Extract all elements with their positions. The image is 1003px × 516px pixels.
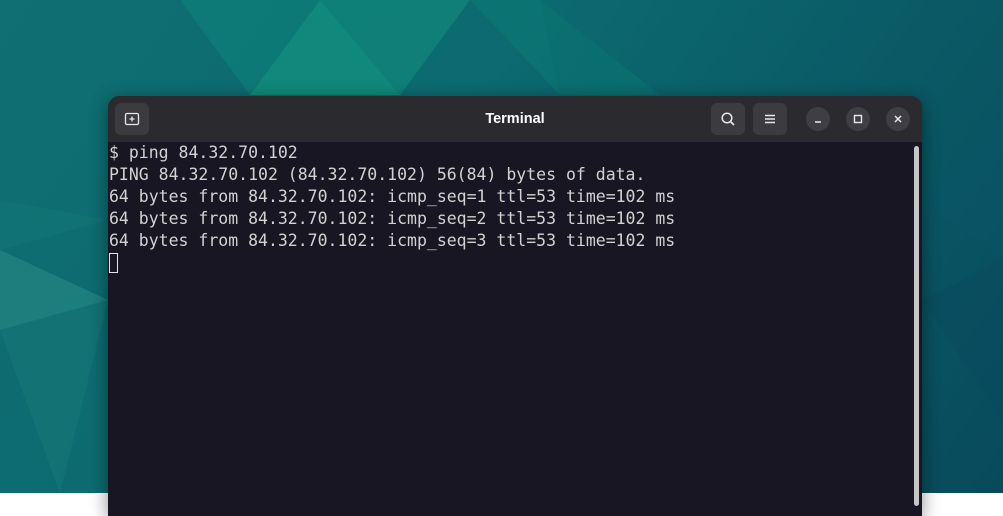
- terminal-window: Terminal $ ping 84.32.70.102 PING 84.32.…: [108, 96, 922, 516]
- terminal-line-ping-header: PING 84.32.70.102 (84.32.70.102) 56(84) …: [109, 165, 646, 184]
- terminal-line-reply: 64 bytes from 84.32.70.102: icmp_seq=2 t…: [109, 209, 676, 228]
- terminal-line-reply: 64 bytes from 84.32.70.102: icmp_seq=1 t…: [109, 187, 676, 206]
- menu-button[interactable]: [753, 103, 787, 135]
- close-button[interactable]: [886, 107, 910, 131]
- scrollbar[interactable]: [914, 146, 919, 506]
- terminal-line-command: $ ping 84.32.70.102: [109, 143, 298, 162]
- new-tab-icon: [124, 112, 140, 126]
- window-title: Terminal: [485, 111, 545, 127]
- maximize-button[interactable]: [846, 107, 870, 131]
- search-button[interactable]: [711, 103, 745, 135]
- minimize-button[interactable]: [806, 107, 830, 131]
- hamburger-menu-icon: [765, 114, 775, 124]
- title-bar: Terminal: [108, 96, 922, 142]
- search-icon: [721, 112, 735, 126]
- terminal-output[interactable]: $ ping 84.32.70.102 PING 84.32.70.102 (8…: [108, 142, 912, 516]
- terminal-line-reply: 64 bytes from 84.32.70.102: icmp_seq=3 t…: [109, 231, 676, 250]
- maximize-icon: [853, 114, 863, 124]
- new-tab-button[interactable]: [115, 103, 149, 135]
- text-cursor: [109, 253, 118, 273]
- minimize-icon: [815, 121, 821, 123]
- close-icon: [894, 115, 902, 123]
